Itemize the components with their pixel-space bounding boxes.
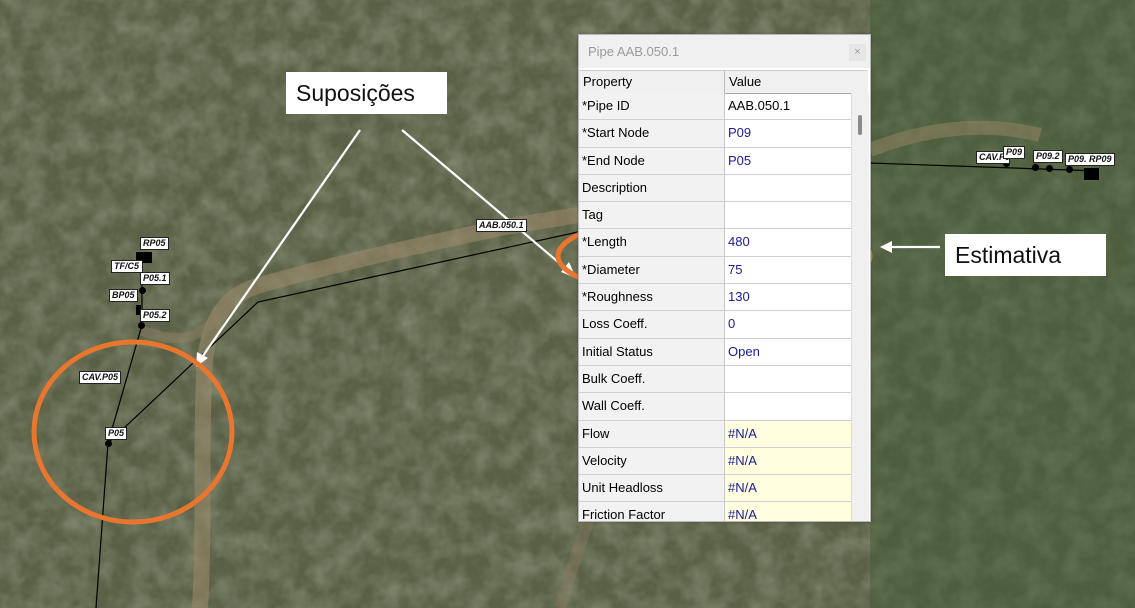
property-name: Description [579, 174, 725, 202]
property-editor-window[interactable]: Pipe AAB.050.1 × Property Value *Pipe ID… [578, 34, 871, 522]
node-p05-1[interactable] [139, 287, 146, 294]
property-value: #N/A [725, 447, 851, 475]
property-name: Unit Headloss [579, 475, 725, 502]
label-p05-1: P05.1 [140, 272, 170, 285]
table-row[interactable]: Bulk Coeff. [579, 365, 851, 394]
reservoir-rp09[interactable] [1084, 168, 1099, 180]
table-row[interactable]: Velocity #N/A [579, 447, 851, 476]
scrollbar-thumb[interactable] [858, 115, 862, 135]
property-value[interactable]: 130 [725, 284, 851, 310]
property-table-header: Property Value [579, 70, 868, 94]
label-bp05: BP05 [109, 289, 138, 302]
table-row[interactable]: *End Node P05 [579, 147, 851, 175]
property-value[interactable] [725, 202, 851, 228]
label-pipe-aab-050-1: AAB.050.1 [476, 219, 527, 232]
column-header-value[interactable]: Value [725, 71, 868, 93]
property-value: #N/A [725, 475, 851, 502]
property-value: #N/A [725, 420, 851, 447]
property-name: Initial Status [579, 338, 725, 365]
callout-estimativa: Estimativa [945, 234, 1106, 276]
property-name: Bulk Coeff. [579, 365, 725, 393]
property-name: *End Node [579, 147, 725, 174]
table-row[interactable]: Initial Status Open [579, 338, 851, 366]
property-name: Flow [579, 420, 725, 447]
table-row[interactable]: Unit Headloss #N/A [579, 475, 851, 503]
satellite-map [0, 0, 1135, 608]
table-row[interactable]: *Length 480 [579, 229, 851, 257]
property-value[interactable]: P09 [725, 120, 851, 146]
property-name: Wall Coeff. [579, 393, 725, 420]
column-header-property[interactable]: Property [579, 71, 725, 93]
label-p09-2: P09.2 [1033, 150, 1063, 163]
property-table-body: *Pipe ID AAB.050.1 *Start Node P09 *End No… [579, 93, 851, 521]
property-value: #N/A [725, 502, 851, 521]
callout-suposicoes: Suposições [286, 72, 447, 114]
property-value[interactable] [725, 366, 851, 392]
label-p09-rp09: P09. RP09 [1065, 153, 1115, 166]
label-tf-c5: TF/C5 [111, 260, 143, 273]
table-row[interactable]: Wall Coeff. [579, 393, 851, 421]
property-value[interactable]: AAB.050.1 [725, 93, 851, 119]
table-row[interactable]: Friction Factor #N/A [579, 502, 851, 521]
table-row[interactable]: Flow #N/A [579, 420, 851, 448]
node-p09[interactable] [1032, 164, 1039, 171]
label-p05-2: P05.2 [140, 309, 170, 322]
property-name: Tag [579, 202, 725, 229]
property-name: Friction Factor [579, 502, 725, 521]
node-p05[interactable] [105, 440, 112, 447]
label-cav-p05: CAV.P05 [79, 371, 122, 384]
property-value[interactable]: Open [725, 339, 851, 365]
property-name: Loss Coeff. [579, 311, 725, 338]
window-title: Pipe AAB.050.1 [588, 44, 680, 59]
node-p09-3[interactable] [1066, 166, 1073, 173]
close-icon[interactable]: × [849, 44, 866, 61]
property-value[interactable] [725, 393, 851, 419]
node-p09-2[interactable] [1046, 165, 1053, 172]
node-p05-2[interactable] [138, 322, 145, 329]
table-row[interactable]: Loss Coeff. 0 [579, 311, 851, 339]
table-row[interactable]: *Diameter 75 [579, 256, 851, 285]
property-name: *Roughness [579, 284, 725, 311]
property-value[interactable] [725, 175, 851, 201]
table-row[interactable]: Tag [579, 202, 851, 230]
property-name: *Pipe ID [579, 93, 725, 120]
property-name: *Diameter [579, 256, 725, 284]
table-row[interactable]: *Start Node P09 [579, 120, 851, 148]
property-value[interactable]: 480 [725, 229, 851, 255]
label-p05: P05 [105, 427, 128, 440]
property-name: Velocity [579, 447, 725, 475]
property-name: *Length [579, 229, 725, 256]
label-rp05: RP05 [140, 237, 169, 250]
label-p09: P09 [1003, 146, 1026, 159]
table-row[interactable]: Description [579, 174, 851, 203]
property-value[interactable]: P05 [725, 148, 851, 174]
property-value[interactable]: 0 [725, 311, 851, 337]
property-value[interactable]: 75 [725, 257, 851, 283]
table-row[interactable]: *Pipe ID AAB.050.1 [579, 93, 851, 121]
vertical-scrollbar[interactable] [851, 93, 869, 521]
table-row[interactable]: *Roughness 130 [579, 284, 851, 312]
property-name: *Start Node [579, 120, 725, 147]
window-title-bar[interactable]: Pipe AAB.050.1 × [579, 35, 870, 68]
